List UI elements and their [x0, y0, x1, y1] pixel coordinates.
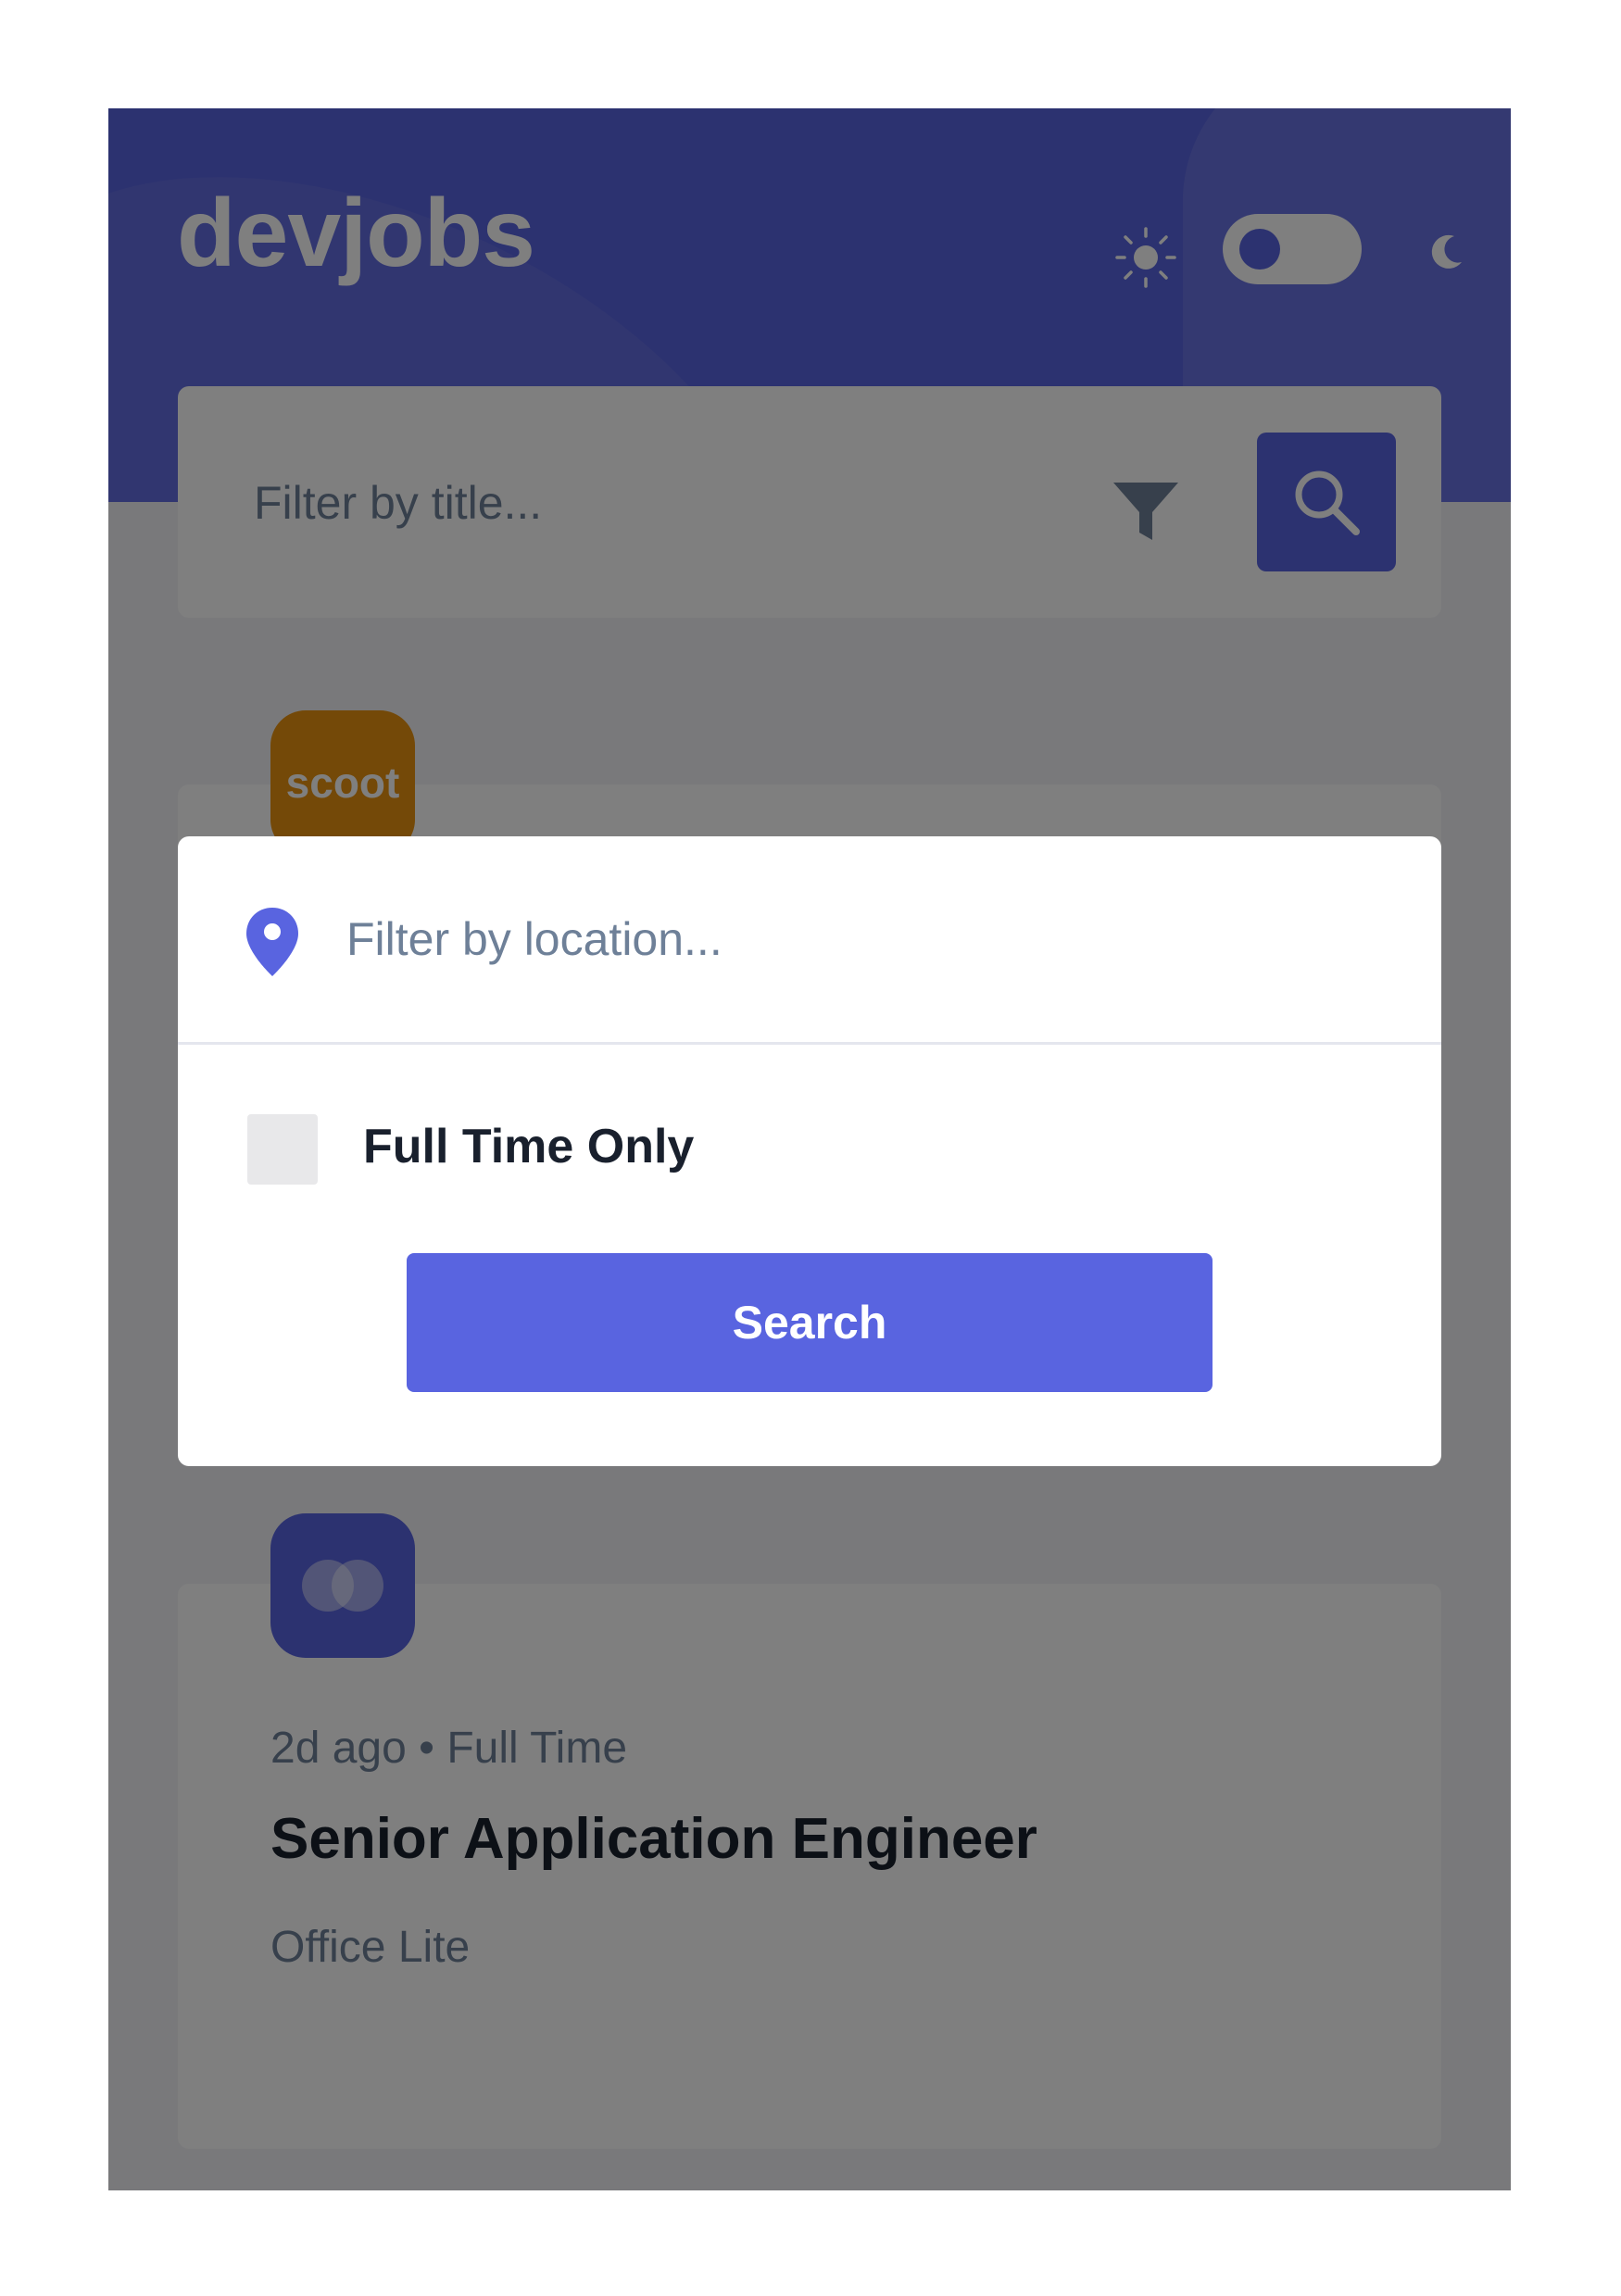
full-time-label[interactable]: Full Time Only	[363, 1119, 694, 1174]
divider	[178, 1042, 1441, 1045]
filter-modal: Full Time Only Search	[178, 836, 1441, 1466]
location-filter-input[interactable]	[345, 892, 1367, 986]
search-button[interactable]: Search	[407, 1253, 1213, 1392]
location-pin-icon	[246, 908, 298, 976]
app-screen: devjobs	[108, 108, 1511, 2190]
full-time-checkbox[interactable]	[247, 1114, 318, 1185]
